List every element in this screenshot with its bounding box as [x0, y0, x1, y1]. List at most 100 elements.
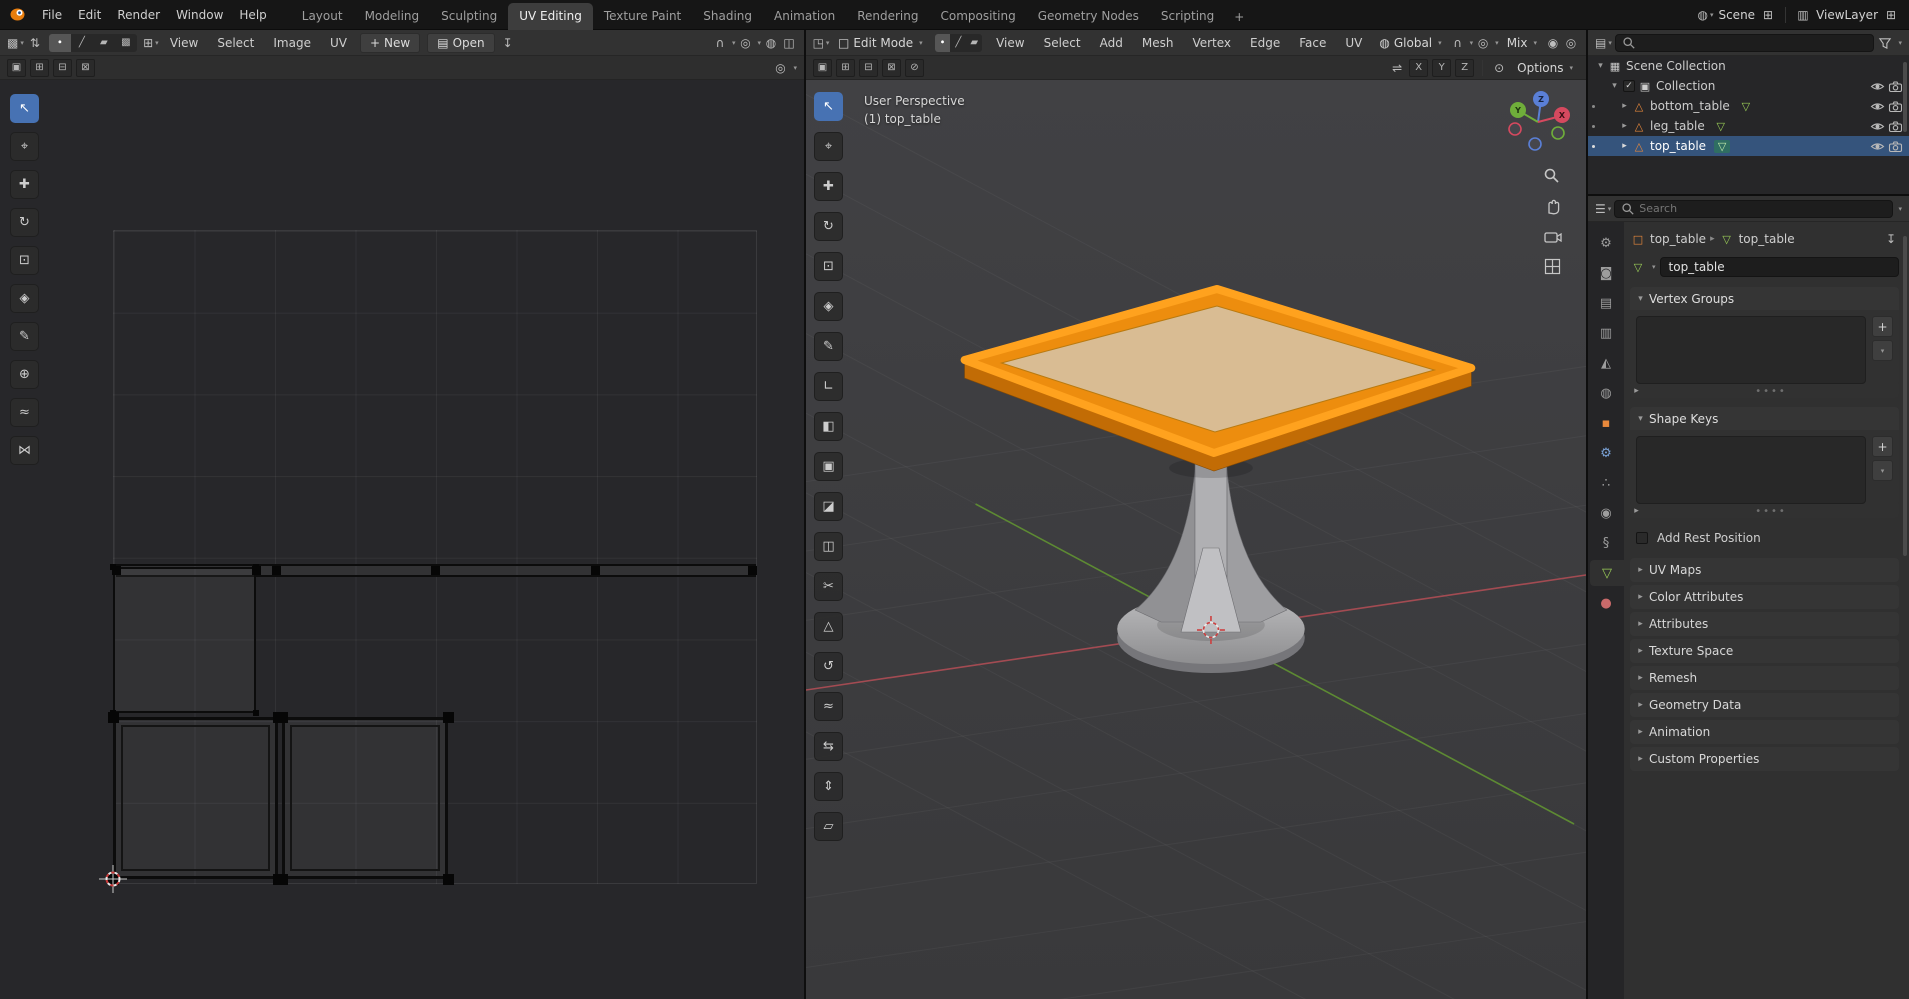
tool-loop-cut[interactable]: ◫ — [814, 532, 843, 561]
select-op-new-icon[interactable]: ▣ — [813, 58, 832, 77]
hide-eye-icon[interactable] — [1870, 80, 1885, 93]
tool-extrude-region[interactable]: ◧ — [814, 412, 843, 441]
filter-icon[interactable] — [1877, 34, 1893, 52]
tool-move[interactable]: ✚ — [814, 172, 843, 201]
tab-uv-editing[interactable]: UV Editing — [508, 2, 593, 30]
properties-search-input[interactable] — [1639, 202, 1887, 215]
zoom-icon[interactable] — [1542, 166, 1562, 186]
select-op-subtract-icon[interactable]: ⊟ — [859, 58, 878, 77]
tab-shading[interactable]: Shading — [692, 3, 763, 30]
expand-icon[interactable]: ▸ — [1618, 141, 1631, 151]
scene-name[interactable]: Scene — [1718, 8, 1755, 22]
uv-select-mode-vertex[interactable]: ∙ — [48, 33, 71, 52]
data-name-field[interactable]: top_table — [1659, 257, 1899, 277]
tab-output[interactable]: ▤ — [1591, 290, 1621, 316]
add-shape-key-button[interactable]: + — [1872, 436, 1893, 457]
image-pin-icon[interactable]: ↧ — [500, 34, 516, 52]
uv-island-rim[interactable] — [113, 567, 256, 713]
tool-measure[interactable]: ∟ — [814, 372, 843, 401]
editor-type-icon[interactable]: ▩ ▾ — [7, 34, 24, 52]
outliner-row-bottom_table[interactable]: ▸ △ bottom_table ▽ — [1588, 96, 1909, 116]
outliner-search[interactable] — [1614, 33, 1875, 52]
pan-hand-icon[interactable] — [1542, 196, 1562, 216]
sticky-select-icon[interactable]: ⊞ ▾ — [143, 34, 159, 52]
tab-compositing[interactable]: Compositing — [929, 3, 1026, 30]
vp-menu-view[interactable]: View — [988, 32, 1032, 54]
panel-remesh[interactable]: ▸ Remesh — [1630, 666, 1899, 690]
shading-icon[interactable]: ◎ — [1563, 34, 1579, 52]
select-mode-face[interactable]: ▰ — [966, 34, 982, 52]
outliner-row-top_table[interactable]: ▸ △ top_table ▽ — [1588, 136, 1909, 156]
outliner-scrollbar[interactable] — [1903, 62, 1907, 132]
panel-geometry-data[interactable]: ▸ Geometry Data — [1630, 693, 1899, 717]
tab-scene[interactable]: ◭ — [1591, 350, 1621, 376]
subpanel-expand-icon[interactable]: ▸ — [1630, 506, 1643, 516]
snap-settings-icon[interactable]: ⊙ — [1491, 59, 1507, 77]
shape-keys-list[interactable] — [1636, 436, 1866, 504]
resize-grip[interactable]: •••• — [1643, 386, 1899, 397]
add-vertex-group-button[interactable]: + — [1872, 316, 1893, 337]
hide-eye-icon[interactable] — [1870, 140, 1885, 153]
menu-window[interactable]: Window — [168, 4, 231, 26]
properties-search[interactable] — [1614, 199, 1894, 218]
breadcrumb-data[interactable]: top_table — [1739, 232, 1795, 246]
uv-tool-annotate[interactable]: ✎ — [10, 322, 39, 351]
camera-view-icon[interactable] — [1542, 226, 1562, 246]
shape-key-specials-button[interactable]: ▾ — [1872, 460, 1893, 481]
uv-menu-uv[interactable]: UV — [322, 32, 355, 54]
tab-geometry-nodes[interactable]: Geometry Nodes — [1027, 3, 1150, 30]
new-scene-icon[interactable]: ⊞ — [1760, 6, 1776, 24]
subpanel-expand-icon[interactable]: ▸ — [1630, 386, 1643, 396]
panel-uv-maps[interactable]: ▸ UV Maps — [1630, 558, 1899, 582]
tab-animation[interactable]: Animation — [763, 3, 846, 30]
panel-custom-properties[interactable]: ▸ Custom Properties — [1630, 747, 1899, 771]
tool-inset-faces[interactable]: ▣ — [814, 452, 843, 481]
tool-shear[interactable]: ▱ — [814, 812, 843, 841]
tool-poly-build[interactable]: △ — [814, 612, 843, 641]
panel-texture-space[interactable]: ▸ Texture Space — [1630, 639, 1899, 663]
overlays-icon[interactable]: ◍ — [763, 34, 779, 52]
pin-icon[interactable]: ↧ — [1883, 230, 1899, 248]
uv-tool-transform[interactable]: ◈ — [10, 284, 39, 313]
tool-bevel[interactable]: ◪ — [814, 492, 843, 521]
disable-render-icon[interactable] — [1888, 140, 1903, 153]
uv-island-bottom-face[interactable] — [282, 717, 448, 879]
breadcrumb-object[interactable]: top_table — [1650, 232, 1706, 246]
tab-sculpting[interactable]: Sculpting — [430, 3, 508, 30]
tab-rendering[interactable]: Rendering — [846, 3, 929, 30]
uv-tool-scale[interactable]: ⊡ — [10, 246, 39, 275]
table-top-selected[interactable] — [960, 285, 1476, 478]
uv-canvas[interactable] — [0, 80, 804, 999]
vp-menu-select[interactable]: Select — [1036, 32, 1089, 54]
snap-magnet-icon[interactable]: ∩ — [1450, 34, 1466, 52]
proportional-dropdown-icon[interactable]: ▾ — [1495, 39, 1499, 47]
resize-grip[interactable]: •••• — [1643, 506, 1899, 517]
uv-select-mode-edge[interactable]: ╱ — [71, 34, 93, 52]
vp-menu-uv[interactable]: UV — [1337, 32, 1370, 54]
tab-modifiers[interactable]: ⚙ — [1591, 440, 1621, 466]
proportional-edit-icon[interactable]: ◎ — [737, 34, 753, 52]
overlays-icon[interactable]: ◉ — [1545, 34, 1561, 52]
tab-world[interactable]: ◍ — [1591, 380, 1621, 406]
select-op-extend-icon[interactable]: ⊞ — [30, 58, 49, 77]
options-dropdown[interactable]: Options ▾ — [1511, 58, 1579, 78]
vp-menu-edge[interactable]: Edge — [1242, 32, 1288, 54]
orientation-dropdown[interactable]: ◍ Global ▾ — [1373, 33, 1447, 53]
menu-file[interactable]: File — [34, 4, 70, 26]
uv-tool-pinch[interactable]: ⋈ — [10, 436, 39, 465]
uv-select-mode-island[interactable]: ▩ — [115, 34, 137, 52]
tab-material[interactable]: ● — [1591, 590, 1621, 616]
disable-render-icon[interactable] — [1888, 80, 1903, 93]
tool-select-box[interactable]: ↖ — [814, 92, 843, 121]
new-image-button[interactable]: + New — [359, 32, 421, 53]
uv-menu-select[interactable]: Select — [209, 32, 262, 54]
mix-dropdown[interactable]: Mix ▾ — [1501, 33, 1543, 53]
hide-eye-icon[interactable] — [1870, 100, 1885, 113]
select-op-extend-icon[interactable]: ⊞ — [836, 58, 855, 77]
browse-data-icon[interactable]: ▾ — [1652, 263, 1656, 271]
vertex-group-specials-button[interactable]: ▾ — [1872, 340, 1893, 361]
vertex-groups-list[interactable] — [1636, 316, 1866, 384]
uv-tool-rotate[interactable]: ↻ — [10, 208, 39, 237]
proportional-edit-icon[interactable]: ◎ — [1475, 34, 1491, 52]
menu-render[interactable]: Render — [109, 4, 168, 26]
